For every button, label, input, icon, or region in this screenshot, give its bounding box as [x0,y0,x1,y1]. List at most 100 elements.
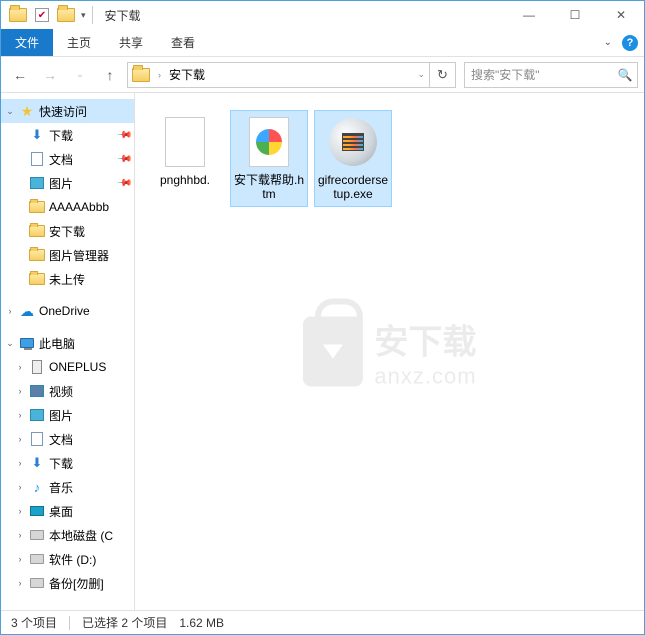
address-segment[interactable]: 安下载 [165,63,209,87]
sidebar-label: ONEPLUS [49,360,106,374]
sidebar-label: 图片管理器 [49,247,109,264]
refresh-button[interactable]: ↻ [429,63,455,87]
nav-back-button[interactable]: ← [7,62,33,88]
qat-properties-icon[interactable]: ✔ [31,4,53,26]
drive-icon [28,551,46,567]
pin-icon: 📌 [115,151,132,168]
expand-icon[interactable]: › [5,306,15,316]
qat-new-folder-icon[interactable] [55,4,77,26]
star-icon: ★ [18,103,36,119]
expand-icon[interactable]: › [15,458,25,468]
sidebar-item-documents[interactable]: › 文档 [1,427,134,451]
status-item-count: 3 个项目 [11,614,57,631]
separator [92,6,93,24]
folder-icon [28,247,46,263]
expand-icon[interactable]: › [15,482,25,492]
sidebar-item-drive[interactable]: › 备份[勿删] [1,571,134,595]
sidebar-item-this-pc[interactable]: ⌄ 此电脑 [1,331,134,355]
expand-icon[interactable]: › [15,410,25,420]
nav-up-button[interactable]: ↑ [97,62,123,88]
sidebar-item-onedrive[interactable]: › ☁ OneDrive [1,299,134,323]
tab-share[interactable]: 共享 [105,29,157,56]
tab-view[interactable]: 查看 [157,29,209,56]
sidebar-item-downloads[interactable]: › ⬇ 下载 [1,451,134,475]
expand-icon[interactable]: › [15,530,25,540]
expand-icon[interactable]: › [15,578,25,588]
tab-home[interactable]: 主页 [53,29,105,56]
expand-icon[interactable]: › [15,554,25,564]
expand-icon[interactable]: › [15,362,25,372]
address-bar[interactable]: › 安下载 ⌄ ↻ [127,62,456,88]
search-icon[interactable]: 🔍 [613,68,637,82]
sidebar-item-pictures[interactable]: › 图片 📌 [1,171,134,195]
sidebar-label: 文档 [49,431,73,448]
file-item[interactable]: pnghhbd. [147,111,223,191]
sidebar-item-folder[interactable]: › 图片管理器 [1,243,134,267]
main-area: ⌄ ★ 快速访问 › ⬇ 下载 📌 › 文档 📌 › 图片 📌 › AAAAAb… [1,93,644,610]
sidebar-item-downloads[interactable]: › ⬇ 下载 📌 [1,123,134,147]
sidebar-item-folder[interactable]: › AAAAAbbb [1,195,134,219]
divider [69,616,70,630]
sidebar-label: 视频 [49,383,73,400]
minimize-button[interactable]: — [506,1,552,29]
file-item[interactable]: gifrecordersetup.exe [315,111,391,206]
window-title: 安下载 [105,7,141,24]
sidebar-item-folder[interactable]: › 未上传 [1,267,134,291]
sidebar-label: 快速访问 [39,103,87,120]
file-list-pane[interactable]: pnghhbd. 安下载帮助.htm gifrecordersetup.exe … [135,93,644,610]
sidebar-item-drive[interactable]: › 软件 (D:) [1,547,134,571]
nav-recent-chevron-icon[interactable]: ⌄ [67,62,93,88]
folder-icon [28,199,46,215]
status-bar: 3 个项目 已选择 2 个项目 1.62 MB [1,610,644,634]
drive-icon [28,575,46,591]
sidebar-label: 下载 [49,127,73,144]
desktop-icon [28,503,46,519]
maximize-button[interactable]: ☐ [552,1,598,29]
ribbon-tabs: 文件 主页 共享 查看 ⌄ ? [1,29,644,57]
status-selection-size: 1.62 MB [179,616,224,630]
navigation-pane[interactable]: ⌄ ★ 快速访问 › ⬇ 下载 📌 › 文档 📌 › 图片 📌 › AAAAAb… [1,93,135,610]
cloud-icon: ☁ [18,303,36,319]
pin-icon: 📌 [115,175,132,192]
sidebar-item-documents[interactable]: › 文档 📌 [1,147,134,171]
help-icon[interactable]: ? [622,35,638,51]
expand-icon[interactable]: ⌄ [5,338,15,349]
search-box[interactable]: 搜索"安下载" 🔍 [464,62,638,88]
sidebar-label: AAAAAbbb [49,200,109,214]
close-button[interactable]: ✕ [598,1,644,29]
address-dropdown-chevron-icon[interactable]: ⌄ [413,63,429,87]
sidebar-item-phone[interactable]: › ONEPLUS [1,355,134,379]
title-bar: ✔ ▾ 安下载 — ☐ ✕ [1,1,644,29]
drive-icon [28,527,46,543]
collapse-ribbon-icon[interactable]: ⌄ [604,37,612,48]
expand-icon[interactable]: › [15,434,25,444]
document-icon [28,431,46,447]
phone-icon [28,359,46,375]
file-name: 安下载帮助.htm [233,173,305,202]
file-thumbnail-blank-icon [161,115,209,169]
sidebar-item-quick-access[interactable]: ⌄ ★ 快速访问 [1,99,134,123]
sidebar-item-folder[interactable]: › 安下载 [1,219,134,243]
sidebar-item-music[interactable]: › ♪ 音乐 [1,475,134,499]
sidebar-item-drive[interactable]: › 本地磁盘 (C [1,523,134,547]
expand-icon[interactable]: › [15,506,25,516]
app-folder-icon[interactable] [7,4,29,26]
file-item[interactable]: 安下载帮助.htm [231,111,307,206]
expand-icon[interactable]: ⌄ [5,106,15,117]
nav-forward-button[interactable]: → [37,62,63,88]
qat-customize-chevron-icon[interactable]: ▾ [81,10,86,21]
folder-icon [28,223,46,239]
address-history-chevron-icon[interactable]: › [154,63,165,87]
document-icon [28,151,46,167]
sidebar-item-pictures[interactable]: › 图片 [1,403,134,427]
sidebar-item-desktop[interactable]: › 桌面 [1,499,134,523]
sidebar-label: 桌面 [49,503,73,520]
tab-file[interactable]: 文件 [1,29,53,56]
sidebar-label: 备份[勿删] [49,575,104,592]
sidebar-label: 图片 [49,407,73,424]
sidebar-item-videos[interactable]: › 视频 [1,379,134,403]
download-icon: ⬇ [28,455,46,471]
quick-access-toolbar: ✔ ▾ [7,4,86,26]
expand-icon[interactable]: › [15,386,25,396]
file-name: gifrecordersetup.exe [317,173,389,202]
